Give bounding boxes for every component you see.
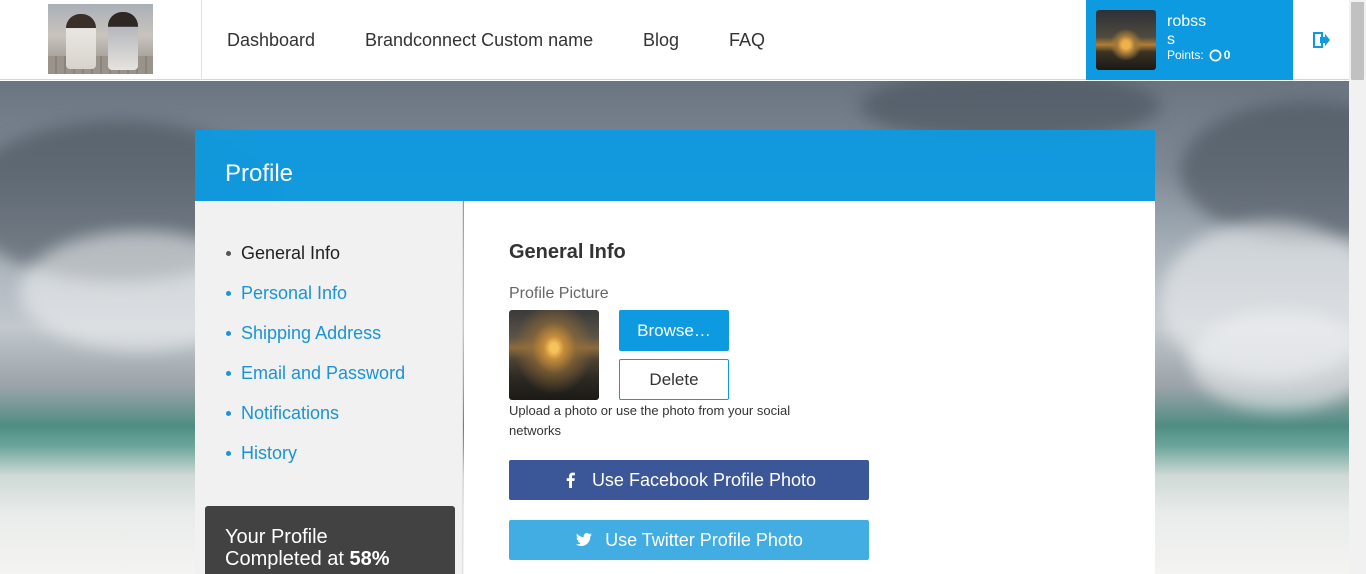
bullet-icon xyxy=(226,411,231,416)
points-label: Points: xyxy=(1167,48,1204,62)
nav-faq[interactable]: FAQ xyxy=(729,30,765,51)
sidebar-item-label: General Info xyxy=(241,243,341,263)
profile-completion-box: Your Profile Completed at 58% xyxy=(205,506,455,574)
sidebar-item-history[interactable]: History xyxy=(226,443,297,464)
completion-prefix: Completed at xyxy=(225,548,344,570)
section-title: General Info xyxy=(509,241,626,263)
bullet-icon xyxy=(226,251,231,256)
profile-sidebar: General Info Personal Info Shipping Addr… xyxy=(195,201,463,574)
nav-dashboard[interactable]: Dashboard xyxy=(227,30,315,51)
sidebar-item-label: Notifications xyxy=(241,403,340,423)
sidebar-item-notifications[interactable]: Notifications xyxy=(226,403,339,424)
user-points: Points: 0 xyxy=(1167,48,1230,62)
page-title: Profile xyxy=(225,160,294,187)
points-value: 0 xyxy=(1223,48,1231,62)
browse-button[interactable]: Browse… xyxy=(619,310,729,351)
page-scrollbar[interactable] xyxy=(1349,0,1366,574)
points-icon xyxy=(1209,49,1222,61)
upload-hint: Upload a photo or use the photo from you… xyxy=(509,403,791,438)
sidebar-item-shipping-address[interactable]: Shipping Address xyxy=(226,323,381,344)
top-header: Dashboard Brandconnect Custom name Blog … xyxy=(0,0,1349,80)
facebook-photo-button[interactable]: Use Facebook Profile Photo xyxy=(509,460,869,500)
user-menu[interactable]: robss s Points: 0 xyxy=(1086,0,1293,80)
completion-line1: Your Profile xyxy=(225,526,328,548)
twitter-icon xyxy=(576,533,593,546)
header-divider xyxy=(201,0,202,80)
sidebar-item-personal-info[interactable]: Personal Info xyxy=(226,283,347,304)
twitter-button-label: Use Twitter Profile Photo xyxy=(605,529,803,550)
nav-blog[interactable]: Blog xyxy=(643,30,679,51)
sidebar-item-label: History xyxy=(241,443,298,463)
bullet-icon xyxy=(226,331,231,336)
bullet-icon xyxy=(226,371,231,376)
profile-picture xyxy=(509,310,599,400)
bullet-icon xyxy=(226,451,231,456)
completion-percent: 58% xyxy=(349,548,390,570)
user-last-name: s xyxy=(1167,31,1175,48)
sidebar-item-label: Personal Info xyxy=(241,283,348,303)
general-info-panel: General Info Profile Picture Browse… Del… xyxy=(464,201,1155,574)
completion-line2: Completed at 58% xyxy=(225,548,435,570)
sidebar-item-label: Email and Password xyxy=(241,363,406,383)
scrollbar-thumb[interactable] xyxy=(1351,2,1364,80)
facebook-icon xyxy=(566,472,575,488)
sidebar-item-label: Shipping Address xyxy=(241,323,382,343)
profile-header: Profile xyxy=(195,130,1155,201)
logout-icon[interactable] xyxy=(1311,29,1331,51)
delete-button[interactable]: Delete xyxy=(619,359,729,400)
facebook-button-label: Use Facebook Profile Photo xyxy=(591,469,817,490)
sidebar-item-email-password[interactable]: Email and Password xyxy=(226,363,405,384)
nav-brandconnect[interactable]: Brandconnect Custom name xyxy=(365,30,593,51)
site-logo[interactable] xyxy=(48,4,153,74)
profile-picture-label: Profile Picture xyxy=(509,285,609,302)
twitter-photo-button[interactable]: Use Twitter Profile Photo xyxy=(509,520,869,560)
user-first-name: robss xyxy=(1167,13,1207,30)
avatar xyxy=(1096,10,1156,70)
sidebar-item-general-info[interactable]: General Info xyxy=(226,243,340,264)
bullet-icon xyxy=(226,291,231,296)
